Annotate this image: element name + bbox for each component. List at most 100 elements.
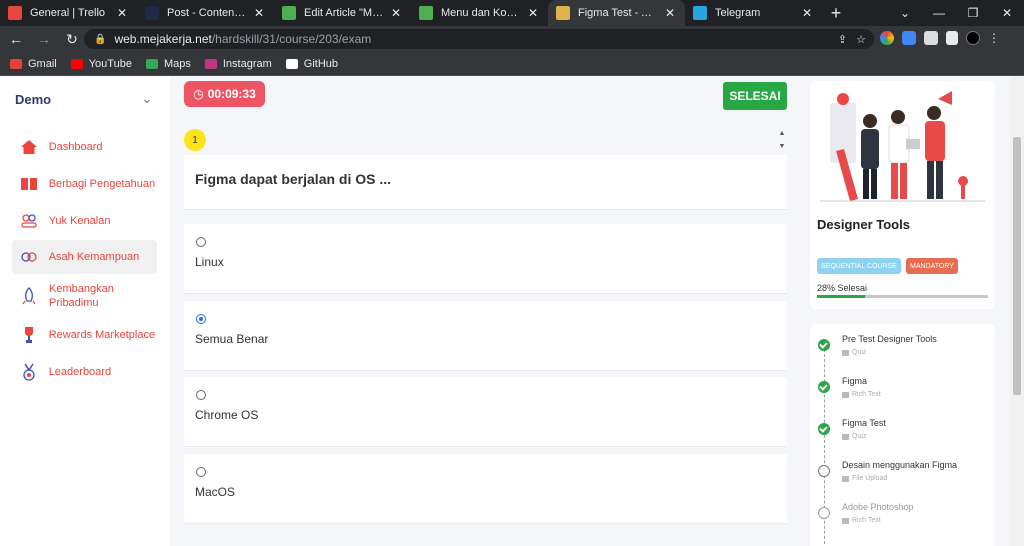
sidebar-item-berbagi-pengetahuan[interactable]: Berbagi Pengetahuan bbox=[12, 167, 157, 201]
close-tab-icon[interactable]: ✕ bbox=[115, 6, 129, 20]
step-title: Figma Test bbox=[842, 418, 886, 428]
bookmarks-bar: Gmail YouTube Maps Instagram GitHub bbox=[0, 52, 1024, 76]
step-type: Quiz bbox=[842, 349, 866, 356]
course-step[interactable]: Desain menggunakan Figma File Upload bbox=[810, 450, 995, 492]
scrollbar-thumb[interactable] bbox=[1013, 137, 1021, 395]
sidebar-item-dashboard[interactable]: Dashboard bbox=[12, 130, 157, 164]
browser-tab[interactable]: Figma Test - Asah Kem ✕ bbox=[548, 0, 685, 26]
answer-option[interactable]: Linux bbox=[184, 224, 787, 294]
sidebar-item-rewards-marketplace[interactable]: Rewards Marketplace bbox=[12, 318, 157, 352]
answer-radio[interactable] bbox=[196, 237, 206, 247]
lock-icon bbox=[818, 507, 830, 519]
lock-icon: 🔒 bbox=[94, 33, 107, 45]
restore-icon[interactable]: ❐ bbox=[956, 6, 990, 20]
page: Demo ⌄ Dashboard Berbagi Pengetahuan Yuk K… bbox=[0, 77, 1024, 546]
url-path: /hardskill/31/course/203/exam bbox=[211, 32, 372, 46]
tab-search-icon[interactable]: ⌄ bbox=[888, 6, 922, 20]
extension-icon[interactable] bbox=[902, 31, 916, 45]
reload-icon[interactable]: ↻ bbox=[60, 31, 84, 48]
brand-name: Demo bbox=[15, 92, 52, 107]
close-tab-icon[interactable]: ✕ bbox=[252, 6, 266, 20]
menu-kebab-icon[interactable]: ⋮ bbox=[988, 31, 1000, 45]
step-type-label: Quiz bbox=[852, 433, 867, 440]
skills-icon bbox=[19, 247, 39, 267]
sidebar-item-leaderboard[interactable]: Leaderboard bbox=[12, 355, 157, 389]
minimize-icon[interactable]: — bbox=[922, 6, 956, 20]
bookmark-item[interactable]: Gmail bbox=[10, 58, 57, 70]
answer-option[interactable]: Semua Benar bbox=[184, 301, 787, 371]
clock-icon: ◷ bbox=[193, 87, 204, 101]
step-type: Rich Text bbox=[842, 517, 881, 524]
step-title: Figma bbox=[842, 376, 868, 386]
mejakerja-icon bbox=[556, 6, 570, 20]
avatar[interactable] bbox=[966, 31, 980, 45]
course-step[interactable]: Adobe Photoshop Rich Text bbox=[810, 492, 995, 534]
puzzle-icon[interactable] bbox=[924, 31, 938, 45]
type-icon bbox=[842, 475, 849, 482]
course-step[interactable]: Figma Test Quiz bbox=[810, 408, 995, 450]
extension-icon[interactable] bbox=[880, 31, 894, 45]
course-step[interactable]: Pre Test Designer Tools Quiz bbox=[810, 324, 995, 366]
bookmark-item[interactable]: GitHub bbox=[285, 58, 338, 70]
sidebar-item-label: Leaderboard bbox=[48, 366, 112, 378]
tab-title: Post - Content - Graph bbox=[167, 7, 248, 19]
close-tab-icon[interactable]: ✕ bbox=[800, 6, 814, 20]
sidebar-item-yuk-kenalan[interactable]: Yuk Kenalan bbox=[12, 204, 157, 238]
book-icon bbox=[19, 174, 39, 194]
answer-option[interactable]: MacOS bbox=[184, 454, 787, 524]
bookmark-item[interactable]: YouTube bbox=[70, 58, 132, 70]
answer-radio[interactable] bbox=[196, 390, 206, 400]
answer-radio[interactable] bbox=[196, 314, 206, 324]
forward-icon[interactable]: → bbox=[32, 31, 56, 47]
exam-timer: ◷ 00:09:33 bbox=[184, 81, 265, 107]
sidebar-item-asah-kemampuan[interactable]: Asah Kemampuan bbox=[12, 240, 157, 274]
sidebar-item-label: Dashboard bbox=[48, 141, 103, 153]
bookmark-item[interactable]: Maps bbox=[145, 58, 191, 70]
close-tab-icon[interactable]: ✕ bbox=[389, 6, 403, 20]
check-circle-icon bbox=[818, 339, 830, 351]
scroll-down-icon[interactable]: ▼ bbox=[777, 140, 787, 153]
sidebar-item-label: Kembangkan Pribadimu bbox=[49, 283, 114, 309]
exam-panel: ◷ 00:09:33 SELESAI 1 ▲ ▼ Figma dapat ber… bbox=[170, 77, 798, 546]
close-tab-icon[interactable]: ✕ bbox=[526, 6, 540, 20]
scroll-up-icon[interactable]: ▲ bbox=[777, 127, 787, 140]
answer-radio[interactable] bbox=[196, 467, 206, 477]
course-illustration bbox=[820, 91, 985, 202]
bookmark-label: Gmail bbox=[28, 57, 57, 70]
sidebar-item-label: Asah Kemampuan bbox=[48, 251, 140, 263]
question-number[interactable]: 1 bbox=[184, 129, 206, 151]
sidebar-item-kembangkan-pribadimu[interactable]: Kembangkan Pribadimu bbox=[12, 279, 157, 313]
tab-title: General | Trello bbox=[30, 7, 106, 19]
browser-tab[interactable]: Telegram ✕ bbox=[685, 0, 822, 26]
browser-tab[interactable]: Edit Article "Menu dan ✕ bbox=[274, 0, 411, 26]
new-tab-button[interactable]: + bbox=[822, 0, 850, 26]
progress-fill bbox=[817, 295, 865, 298]
step-type: Quiz bbox=[842, 433, 866, 440]
page-scrollbar[interactable] bbox=[1010, 77, 1024, 546]
course-steps: Pre Test Designer Tools Quiz Figma Rich Tex… bbox=[810, 324, 995, 546]
course-step[interactable]: Figma Rich Text bbox=[810, 366, 995, 408]
browser-tab[interactable]: General | Trello ✕ bbox=[0, 0, 137, 26]
answer-option[interactable]: Chrome OS bbox=[184, 377, 787, 447]
timer-value: 00:09:33 bbox=[207, 87, 256, 101]
progress-bar bbox=[817, 295, 988, 298]
address-bar[interactable]: 🔒 web.mejakerja.net/hardskill/31/course/… bbox=[84, 29, 874, 49]
type-icon bbox=[842, 517, 849, 524]
finish-button[interactable]: SELESAI bbox=[723, 82, 787, 110]
close-tab-icon[interactable]: ✕ bbox=[663, 6, 677, 20]
answer-label: Chrome OS bbox=[195, 408, 259, 422]
chevron-down-icon[interactable]: ⌄ bbox=[141, 90, 153, 107]
close-window-icon[interactable]: ✕ bbox=[990, 6, 1024, 20]
browser-tab[interactable]: Menu dan Konten – M ✕ bbox=[411, 0, 548, 26]
back-icon[interactable]: ← bbox=[4, 31, 28, 47]
step-title: Pre Test Designer Tools bbox=[842, 334, 937, 344]
bookmark-label: Instagram bbox=[222, 57, 272, 70]
people-icon bbox=[19, 211, 39, 231]
browser-tab[interactable]: Post - Content - Graph ✕ bbox=[137, 0, 274, 26]
bookmark-item[interactable]: Instagram bbox=[204, 57, 272, 70]
question-scroll[interactable]: ▲ ▼ bbox=[777, 127, 787, 153]
sidepanel-icon[interactable] bbox=[946, 31, 958, 45]
share-icon[interactable]: ⇪ bbox=[838, 34, 847, 46]
bookmark-star-icon[interactable]: ☆ bbox=[856, 34, 866, 46]
graph-icon bbox=[145, 6, 159, 20]
